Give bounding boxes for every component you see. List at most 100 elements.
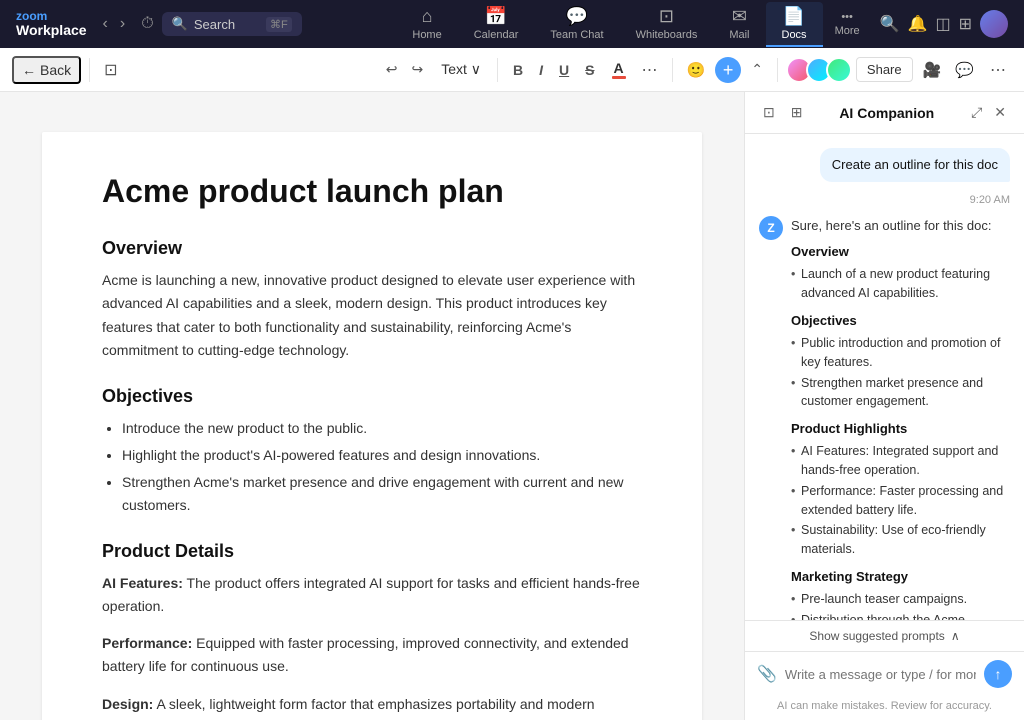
- performance-label: Performance:: [102, 635, 192, 651]
- product-details-heading: Product Details: [102, 541, 642, 562]
- outline-objectives: Objectives Public introduction and promo…: [791, 311, 1010, 411]
- nav-item-team-chat[interactable]: 💬 Team Chat: [534, 2, 619, 47]
- bell-icon[interactable]: 🔔: [908, 14, 928, 34]
- attach-button[interactable]: 📎: [757, 664, 777, 684]
- redo-button[interactable]: ↪: [405, 57, 429, 82]
- more-format-button[interactable]: ⋯: [636, 56, 664, 84]
- view-buttons: 🎥 💬: [917, 57, 980, 83]
- mail-label: Mail: [729, 29, 749, 41]
- objectives-heading: Objectives: [102, 386, 642, 407]
- suggested-prompts-label: Show suggested prompts: [809, 629, 944, 643]
- ai-response-intro: Sure, here's an outline for this doc:: [791, 216, 1010, 236]
- outline-overview: Overview Launch of a new product featuri…: [791, 242, 1010, 303]
- list-item: Introduce the new product to the public.: [122, 417, 642, 440]
- ai-response: Z Sure, here's an outline for this doc: …: [759, 216, 1010, 620]
- suggested-prompts-toggle[interactable]: Show suggested prompts ∧: [745, 621, 1024, 652]
- more-dots-icon: •••: [841, 11, 853, 23]
- undo-button[interactable]: ↩: [380, 57, 404, 82]
- ai-disclaimer: AI can make mistakes. Review for accurac…: [745, 696, 1024, 720]
- document-content: Acme product launch plan Overview Acme i…: [42, 132, 702, 720]
- whiteboards-label: Whiteboards: [636, 29, 698, 41]
- text-color-button[interactable]: A: [606, 57, 632, 83]
- outline-item: Public introduction and promotion of key…: [791, 334, 1010, 372]
- ai-close-button[interactable]: ✕: [990, 102, 1010, 123]
- underline-button[interactable]: U: [552, 58, 576, 82]
- docs-label: Docs: [782, 29, 807, 41]
- workplace-logo-text: Workplace: [16, 22, 87, 39]
- text-style-dropdown[interactable]: Text ∨: [433, 57, 489, 82]
- outline-item: Sustainability: Use of eco-friendly mate…: [791, 521, 1010, 559]
- chevron-up-icon: ∧: [951, 629, 960, 643]
- user-avatar[interactable]: [980, 10, 1008, 38]
- apps-icon[interactable]: ⊞: [959, 14, 972, 34]
- list-item: Strengthen Acme's market presence and dr…: [122, 471, 642, 517]
- sidebar-toggle-button[interactable]: ⊡: [98, 56, 123, 84]
- outline-item: Pre-launch teaser campaigns.: [791, 590, 1010, 609]
- outline-overview-title: Overview: [791, 242, 1010, 262]
- toolbar-more-button[interactable]: ⋯: [984, 56, 1012, 84]
- text-style-label: Text ∨: [441, 61, 481, 78]
- ai-popout-button[interactable]: ⤢: [967, 102, 986, 123]
- outline-objectives-title: Objectives: [791, 311, 1010, 331]
- calendar-icon: 📅: [485, 6, 507, 27]
- search-nav-icon[interactable]: 🔍: [880, 14, 900, 34]
- strikethrough-button[interactable]: S: [578, 58, 601, 82]
- nav-right-icons: 🔍 🔔 ◫ ⊞: [872, 10, 1016, 38]
- video-button[interactable]: 🎥: [917, 57, 948, 83]
- home-label: Home: [412, 29, 441, 41]
- send-button[interactable]: ↑: [984, 660, 1012, 688]
- document-title: Acme product launch plan: [102, 172, 642, 210]
- ai-companion-avatar: Z: [759, 216, 783, 240]
- ai-features-paragraph: AI Features: The product offers integrat…: [102, 572, 642, 618]
- back-arrow-button[interactable]: ‹: [99, 11, 112, 37]
- top-navbar: zoom Workplace ‹ › ⏱ 🔍 Search ⌘F ⌂ Home …: [0, 0, 1024, 48]
- nav-more[interactable]: ••• More: [823, 7, 872, 41]
- ai-panel-title: AI Companion: [814, 105, 959, 121]
- outline-item: Strengthen market presence and customer …: [791, 374, 1010, 412]
- outline-product-highlights-title: Product Highlights: [791, 419, 1010, 439]
- outline-marketing: Marketing Strategy Pre-launch teaser cam…: [791, 567, 1010, 620]
- collaborator-avatar-3[interactable]: [826, 57, 852, 83]
- ai-response-content: Sure, here's an outline for this doc: Ov…: [791, 216, 1010, 620]
- emoji-button[interactable]: 🙂: [681, 57, 712, 83]
- ai-external-button[interactable]: ⊞: [787, 102, 807, 123]
- ai-messages-area: Create an outline for this doc 9:20 AM Z…: [745, 134, 1024, 620]
- toolbar-divider-4: [777, 58, 778, 82]
- back-button[interactable]: ← Back: [12, 56, 81, 84]
- comment-button[interactable]: 💬: [949, 57, 980, 83]
- bold-button[interactable]: B: [506, 58, 530, 82]
- user-message-bubble: Create an outline for this doc: [820, 148, 1010, 182]
- nav-item-home[interactable]: ⌂ Home: [396, 2, 457, 47]
- italic-button[interactable]: I: [532, 58, 550, 82]
- home-icon: ⌂: [422, 6, 433, 27]
- search-shortcut: ⌘F: [266, 17, 292, 32]
- forward-arrow-button[interactable]: ›: [116, 11, 129, 37]
- nav-item-calendar[interactable]: 📅 Calendar: [458, 2, 535, 47]
- search-bar[interactable]: 🔍 Search ⌘F: [162, 12, 302, 36]
- objectives-list: Introduce the new product to the public.…: [122, 417, 642, 517]
- app-logo: zoom Workplace: [8, 10, 95, 39]
- ai-panel-header: ⊡ ⊞ AI Companion ⤢ ✕: [745, 92, 1024, 134]
- nav-item-docs[interactable]: 📄 Docs: [766, 2, 823, 47]
- collapse-button[interactable]: ⌃: [745, 57, 769, 82]
- share-button[interactable]: Share: [856, 57, 913, 82]
- mail-icon: ✉: [732, 6, 747, 27]
- format-buttons-group: B I U S: [506, 58, 601, 82]
- toolbar-divider-1: [89, 58, 90, 82]
- team-chat-icon: 💬: [566, 6, 588, 27]
- add-element-button[interactable]: +: [715, 57, 741, 83]
- ai-panel-footer: Show suggested prompts ∧ 📎 ↑ AI can make…: [745, 620, 1024, 720]
- outline-item: Launch of a new product featuring advanc…: [791, 265, 1010, 303]
- nav-item-whiteboards[interactable]: ⊡ Whiteboards: [620, 2, 714, 47]
- nav-items: ⌂ Home 📅 Calendar 💬 Team Chat ⊡ Whiteboa…: [396, 2, 822, 47]
- ai-header-actions: ⤢ ✕: [967, 102, 1010, 123]
- nav-item-mail[interactable]: ✉ Mail: [713, 2, 765, 47]
- message-input[interactable]: [785, 667, 976, 682]
- ai-restore-button[interactable]: ⊡: [759, 102, 779, 123]
- design-label: Design:: [102, 696, 153, 712]
- ai-companion-panel: ⊡ ⊞ AI Companion ⤢ ✕ Create an outline f…: [744, 92, 1024, 720]
- toolbar-divider-2: [497, 58, 498, 82]
- document-area: Acme product launch plan Overview Acme i…: [0, 92, 744, 720]
- history-button[interactable]: ⏱: [133, 11, 161, 37]
- layout-icon[interactable]: ◫: [935, 14, 950, 34]
